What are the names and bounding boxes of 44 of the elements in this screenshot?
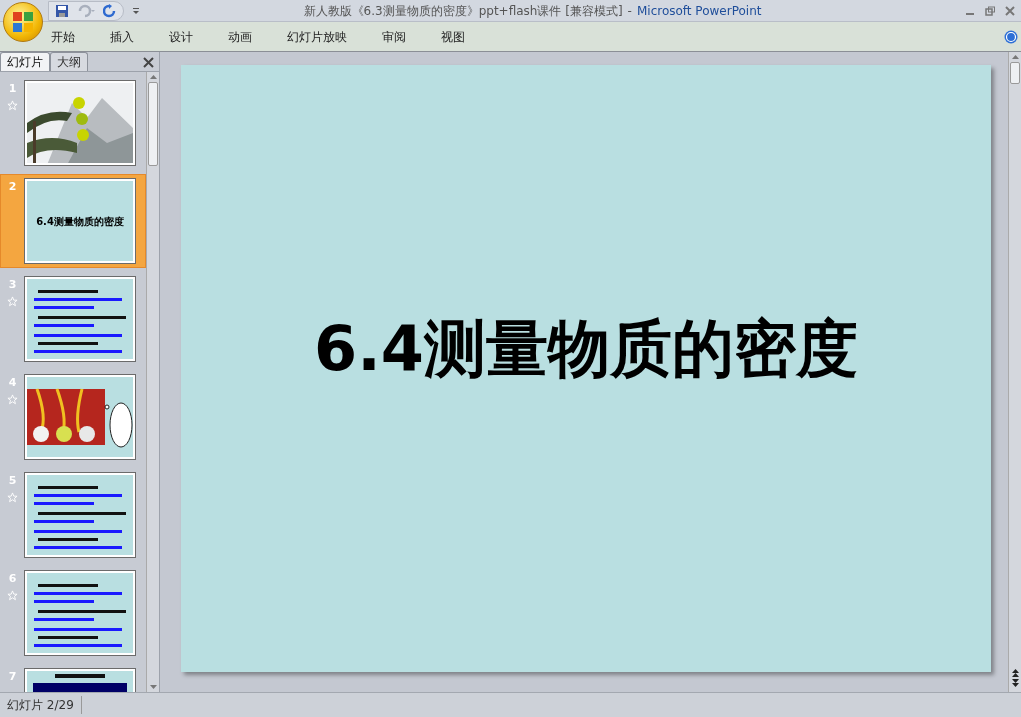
animation-star-icon	[7, 99, 18, 111]
slide-thumbnail[interactable]: 6.4测量物质的密度	[25, 179, 135, 263]
animation-star-icon	[7, 393, 18, 405]
office-logo-icon	[12, 11, 34, 33]
slide-number: 1	[8, 81, 17, 97]
ribbon-tab[interactable]: 视图	[438, 27, 468, 46]
ribbon-tab[interactable]: 设计	[166, 27, 196, 46]
thumbnail-title: 6.4测量物质的密度	[36, 214, 124, 229]
restore-icon[interactable]	[985, 5, 995, 16]
scroll-thumb[interactable]	[1010, 62, 1020, 84]
slide-number: 5	[8, 473, 17, 489]
ribbon-tab[interactable]: 幻灯片放映	[284, 27, 350, 46]
close-icon[interactable]	[1005, 5, 1015, 16]
slide-title: 6.4测量物质的密度	[314, 311, 858, 387]
slide-number: 3	[8, 277, 17, 293]
window-title: 新人教版《6.3测量物质的密度》ppt+flash课件 [兼容模式]	[303, 2, 623, 20]
app-name: Microsoft PowerPoint	[636, 2, 762, 20]
title-separator: -	[627, 2, 632, 20]
ribbon-tab[interactable]: 开始	[48, 27, 78, 46]
redo-icon[interactable]	[103, 3, 117, 18]
close-icon[interactable]	[143, 57, 154, 68]
slide-indicator: 幻灯片 2/29	[0, 696, 82, 714]
slide-number: 4	[8, 375, 17, 391]
scrollbar[interactable]	[1008, 52, 1021, 692]
slide-number: 6	[8, 571, 17, 587]
slide-number: 7	[8, 669, 17, 685]
customize-toolbar-icon[interactable]	[132, 6, 140, 15]
heading-line-drawing	[55, 674, 105, 678]
animation-star-icon	[7, 295, 18, 307]
animation-star-icon	[7, 589, 18, 601]
scrollbar[interactable]	[146, 72, 159, 692]
next-slide-icon[interactable]	[1010, 678, 1020, 688]
ribbon-tab[interactable]: 插入	[107, 27, 137, 46]
panel-tab[interactable]: 幻灯片	[0, 52, 50, 71]
previous-slide-icon[interactable]	[1010, 668, 1020, 678]
save-icon[interactable]	[55, 3, 69, 18]
panel-tab[interactable]: 大纲	[50, 52, 88, 71]
slide-list-item[interactable]: 2 6.4测量物质的密度	[0, 174, 146, 268]
ribbon-tab[interactable]: 动画	[225, 27, 255, 46]
slide-number: 2	[8, 179, 17, 195]
scroll-thumb[interactable]	[148, 82, 158, 166]
animation-star-icon	[7, 491, 18, 503]
ribbon-tab[interactable]: 审阅	[379, 27, 409, 46]
help-icon[interactable]	[1004, 29, 1018, 44]
